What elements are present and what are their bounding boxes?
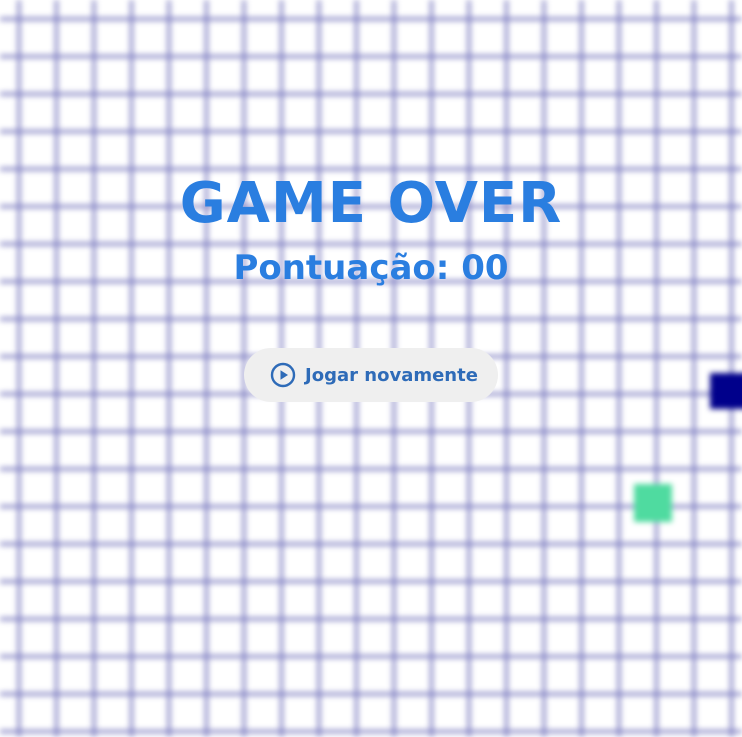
score-label: Pontuação: (233, 248, 462, 288)
game-screen: GAME OVER Pontuação: 00 Jogar novamente (0, 0, 742, 737)
play-again-label: Jogar novamente (305, 364, 478, 386)
play-again-button[interactable]: Jogar novamente (244, 348, 498, 402)
score-value: 00 (461, 248, 509, 288)
game-over-title: GAME OVER (179, 171, 563, 236)
game-over-menu: GAME OVER Pontuação: 00 Jogar novamente (0, 0, 742, 737)
score-display: Pontuação: 00 (233, 242, 508, 294)
play-circle-icon (270, 362, 296, 388)
